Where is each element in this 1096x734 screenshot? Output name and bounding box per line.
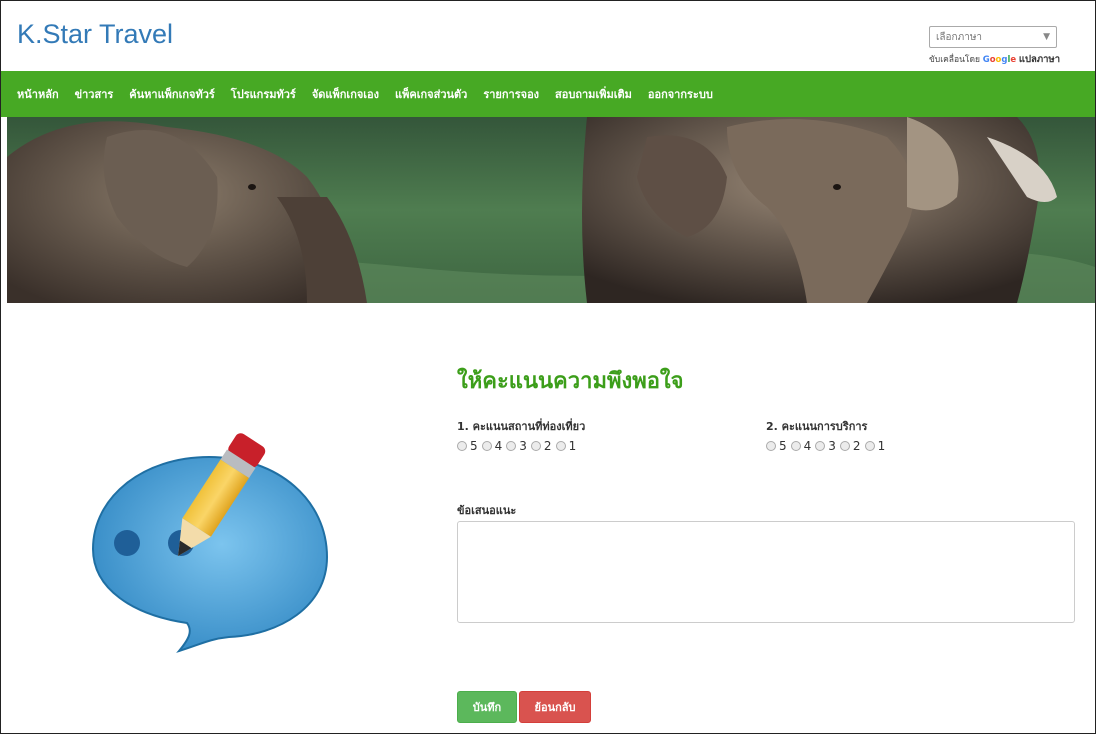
radio-button[interactable] — [457, 441, 467, 451]
q2-option-1[interactable]: 1 — [864, 439, 885, 453]
feedback-illustration — [89, 429, 329, 653]
page-title: ให้คะแนนความพึงพอใจ — [457, 369, 684, 394]
chevron-down-icon: ▼ — [1043, 32, 1050, 42]
q1-option-5[interactable]: 5 — [457, 439, 478, 453]
google-translate-widget: เลือกภาษา ▼ ขับเคลื่อนโดย Google แปลภาษา — [929, 26, 1089, 67]
nav-item-bookings[interactable]: รายการจอง — [483, 85, 539, 103]
question-1-label: 1. คะแนนสถานที่ท่องเที่ยว — [457, 420, 586, 433]
suggestion-label: ข้อเสนอแนะ — [457, 504, 517, 517]
q1-option-1[interactable]: 1 — [555, 439, 576, 453]
radio-button[interactable] — [815, 441, 826, 451]
q2-option-5[interactable]: 5 — [766, 439, 787, 453]
translate-link[interactable]: แปลภาษา — [1019, 54, 1060, 65]
chat-bubble-icon — [91, 433, 329, 653]
powered-by-prefix: ขับเคลื่อนโดย — [929, 55, 980, 65]
radio-button[interactable] — [481, 441, 492, 451]
q1-option-4[interactable]: 4 — [481, 439, 502, 453]
question-2-label: 2. คะแนนการบริการ — [766, 420, 868, 433]
radio-button[interactable] — [790, 441, 801, 451]
nav-item-home[interactable]: หน้าหลัก — [17, 85, 59, 103]
radio-button[interactable] — [839, 441, 850, 451]
site-brand[interactable]: K.Star Travel — [17, 19, 173, 50]
nav-item-search-package[interactable]: ค้นหาแพ็กเกจทัวร์ — [129, 85, 215, 103]
nav-item-news[interactable]: ข่าวสาร — [75, 85, 114, 103]
question-2-rating: 5 4 3 2 1 — [766, 439, 889, 453]
nav-item-private-package[interactable]: แพ็คเกจส่วนตัว — [395, 85, 467, 103]
radio-button[interactable] — [530, 441, 541, 451]
google-logo: Google — [982, 55, 1017, 65]
nav-item-inquiry[interactable]: สอบถามเพิ่มเติม — [555, 85, 632, 103]
save-button[interactable]: บันทึก — [457, 691, 517, 723]
page: K.Star Travel เลือกภาษา ▼ ขับเคลื่อนโดย … — [0, 0, 1096, 734]
q2-option-4[interactable]: 4 — [790, 439, 811, 453]
nav-item-tour-program[interactable]: โปรแกรมทัวร์ — [231, 85, 296, 103]
question-1-rating: 5 4 3 2 1 — [457, 439, 580, 453]
q1-option-2[interactable]: 2 — [530, 439, 552, 453]
nav-item-logout[interactable]: ออกจากระบบ — [648, 85, 713, 103]
radio-button[interactable] — [555, 441, 566, 451]
q2-option-2[interactable]: 2 — [839, 439, 861, 453]
elephant-banner-image — [7, 117, 1095, 303]
q2-option-3[interactable]: 3 — [815, 439, 836, 453]
back-button[interactable]: ย้อนกลับ — [519, 691, 591, 723]
suggestion-textarea[interactable] — [457, 521, 1075, 623]
radio-button[interactable] — [766, 441, 776, 451]
radio-button[interactable] — [864, 441, 875, 451]
radio-button[interactable] — [506, 441, 517, 451]
nav-item-custom-package[interactable]: จัดแพ็กเกจเอง — [312, 85, 379, 103]
q1-option-3[interactable]: 3 — [506, 439, 527, 453]
language-select-value: เลือกภาษา — [936, 31, 983, 43]
hero-banner — [7, 117, 1095, 303]
main-nav: หน้าหลัก ข่าวสาร ค้นหาแพ็กเกจทัวร์ โปรแก… — [1, 71, 1095, 117]
language-select[interactable]: เลือกภาษา ▼ — [929, 26, 1057, 48]
powered-by: ขับเคลื่อนโดย Google แปลภาษา — [929, 52, 1089, 67]
